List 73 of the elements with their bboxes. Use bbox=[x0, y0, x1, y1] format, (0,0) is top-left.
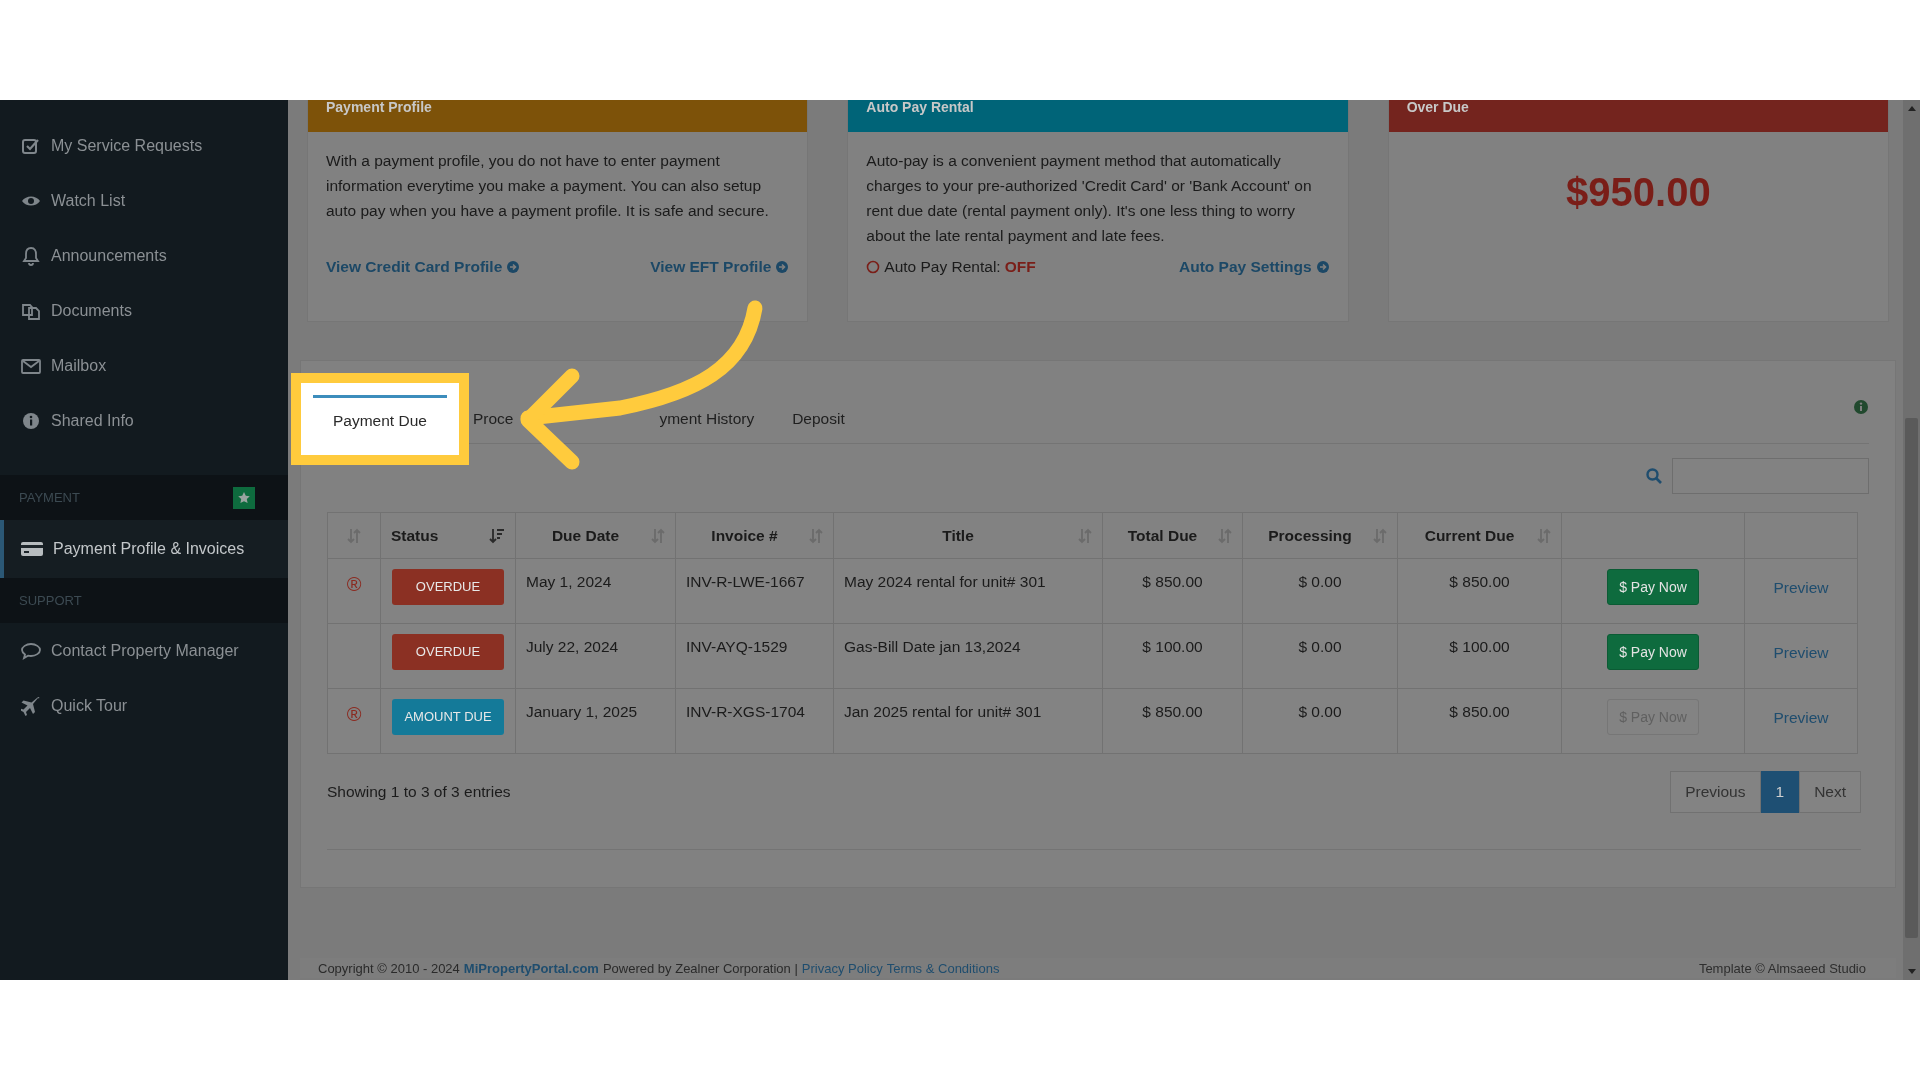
status-badge: OVERDUE bbox=[392, 634, 504, 670]
section-heading: SUPPORT bbox=[19, 593, 82, 608]
tab[interactable]: yment History bbox=[659, 395, 755, 443]
auto-pay-label: Auto Pay Rental: bbox=[884, 257, 1001, 277]
table-cell: May 1, 2024 bbox=[515, 558, 676, 624]
table-cell: $ 0.00 bbox=[1242, 623, 1398, 689]
table-cell: Gas-Bill Date jan 13,2024 bbox=[833, 623, 1103, 689]
sidebar-item[interactable]: Mailbox bbox=[0, 338, 288, 393]
pagination-button[interactable]: Previous bbox=[1670, 771, 1761, 813]
arrow-circle-icon bbox=[1315, 259, 1330, 274]
table-cell: $ 850.00 bbox=[1397, 558, 1562, 624]
pay-now-button[interactable]: $ Pay Now bbox=[1607, 634, 1699, 670]
speech-bubble-icon bbox=[21, 640, 41, 661]
search-icon bbox=[1645, 467, 1663, 485]
sidebar-item[interactable]: My Service Requests bbox=[0, 118, 288, 173]
table-cell: $ 850.00 bbox=[1102, 558, 1243, 624]
pay-now-button[interactable]: $ Pay Now bbox=[1607, 569, 1699, 605]
table-cell: Jan 2025 rental for unit# 301 bbox=[833, 688, 1103, 754]
sidebar-item[interactable]: Contact Property Manager bbox=[0, 623, 288, 678]
card-title: Payment Profile bbox=[326, 100, 432, 114]
table-cell: $ 850.00 bbox=[1102, 688, 1243, 754]
table-cell: $ 100.00 bbox=[1397, 623, 1562, 689]
scroll-up-icon bbox=[1906, 104, 1917, 112]
arrow-circle-icon bbox=[506, 259, 521, 274]
entries-info: Showing 1 to 3 of 3 entries bbox=[327, 783, 511, 801]
preview-link[interactable]: Preview bbox=[1773, 579, 1829, 596]
table-cell: $ 100.00 bbox=[1102, 623, 1243, 689]
card-description: Auto-pay is a convenient payment method that automatically charges to your pre-authorized 'Credit Card' or 'Bank Account' on rent due date (rental payment only). It's one less thing to worry about the late rental payment and late fees. bbox=[866, 151, 1313, 246]
recurring-mark: ® bbox=[346, 703, 362, 725]
preview-link[interactable]: Preview bbox=[1773, 644, 1829, 661]
amount-due: $950.00 bbox=[1565, 169, 1712, 216]
status-badge: OVERDUE bbox=[392, 569, 504, 605]
table-cell: $ 850.00 bbox=[1397, 688, 1562, 754]
info-icon bbox=[1853, 399, 1869, 415]
card-link[interactable]: View EFT Profile bbox=[650, 254, 790, 279]
table-cell: July 22, 2024 bbox=[515, 623, 676, 689]
powered-by-text: Powered by Zealner Corporation | bbox=[602, 960, 798, 976]
sidebar-item[interactable]: Shared Info bbox=[0, 393, 288, 448]
copyright-text: Copyright © 2010 - 2024 bbox=[318, 960, 460, 976]
sidebar-item[interactable]: Documents bbox=[0, 283, 288, 338]
table-cell: INV-AYQ-1529 bbox=[675, 623, 834, 689]
table-cell: INV-R-XGS-1704 bbox=[675, 688, 834, 754]
card-description: With a payment profile, you do not have to enter payment information everytime you make a payment. You can also setup auto pay when you have a payment profile. It is safe and secure. bbox=[326, 151, 770, 221]
tab[interactable]: Deposit bbox=[792, 395, 845, 443]
table-cell: $ 0.00 bbox=[1242, 688, 1398, 754]
scrollbar[interactable] bbox=[1903, 100, 1920, 980]
recurring-mark: ® bbox=[346, 573, 362, 595]
pagination-button[interactable]: 1 bbox=[1760, 771, 1800, 813]
tab[interactable]: Proce bbox=[472, 395, 514, 443]
template-credit: Template © Almsaeed Studio bbox=[1698, 960, 1866, 976]
column-header[interactable]: Status bbox=[391, 526, 439, 545]
table-cell: May 2024 rental for unit# 301 bbox=[833, 558, 1103, 624]
scroll-down-icon bbox=[1906, 968, 1917, 976]
sidebar-item[interactable]: Watch List bbox=[0, 173, 288, 228]
auto-pay-status: OFF bbox=[1004, 257, 1036, 277]
card-link[interactable]: View Credit Card Profile bbox=[326, 254, 521, 279]
preview-link[interactable]: Preview bbox=[1773, 709, 1829, 726]
table-cell: $ 0.00 bbox=[1242, 558, 1398, 624]
table-cell: INV-R-LWE-1667 bbox=[675, 558, 834, 624]
bell-icon bbox=[21, 245, 41, 266]
credit-card-icon bbox=[21, 539, 43, 559]
info-icon bbox=[21, 410, 41, 431]
card-title: Auto Pay Rental bbox=[866, 100, 974, 114]
card-title: Over Due bbox=[1406, 100, 1469, 114]
section-heading: PAYMENT bbox=[19, 490, 80, 505]
airplane-icon bbox=[21, 695, 41, 716]
arrow-circle-icon bbox=[775, 259, 790, 274]
card-link[interactable]: Auto Pay Settings bbox=[1179, 254, 1330, 279]
pagination-button[interactable]: Next bbox=[1799, 771, 1861, 813]
sidebar-item[interactable]: Announcements bbox=[0, 228, 288, 283]
status-badge: AMOUNT DUE bbox=[392, 699, 504, 735]
sidebar-item[interactable]: Quick Tour bbox=[0, 678, 288, 733]
table-cell: January 1, 2025 bbox=[515, 688, 676, 754]
